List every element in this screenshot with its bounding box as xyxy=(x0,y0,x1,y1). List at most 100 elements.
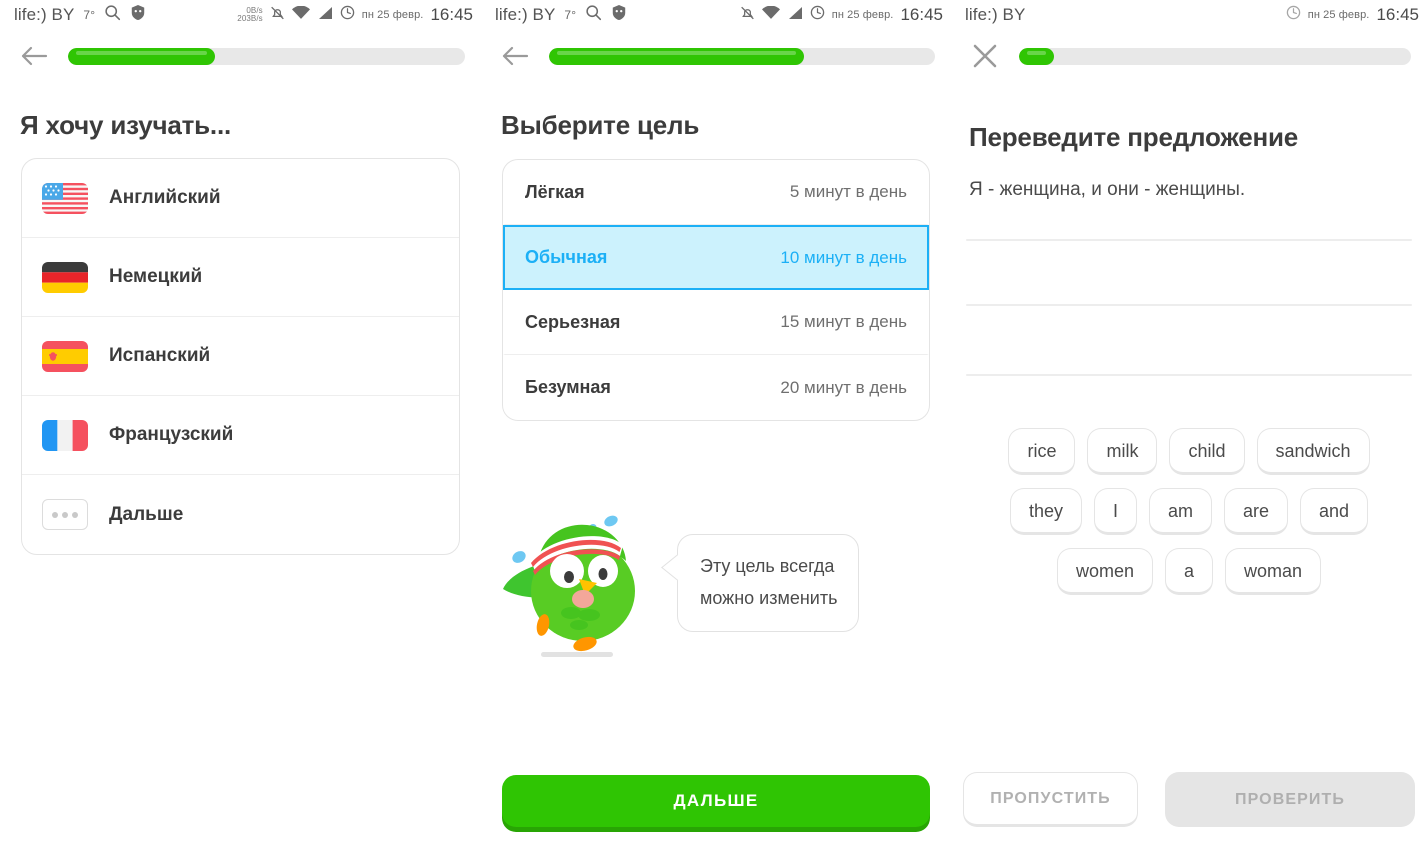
list-item-label: Дальше xyxy=(109,503,184,525)
goal-time-label: 20 минут в день xyxy=(780,377,907,397)
bell-off-icon xyxy=(740,5,755,26)
word-tile[interactable]: child xyxy=(1169,428,1245,475)
next-button[interactable]: ДАЛЬШЕ xyxy=(502,775,930,827)
status-date-label: пн 25 февр. xyxy=(1307,9,1370,21)
temperature-label: 7° xyxy=(83,8,96,22)
goal-time-label: 10 минут в день xyxy=(780,247,907,267)
word-bank-row: they I am are and xyxy=(963,488,1415,535)
word-bank-row: rice milk child sandwich xyxy=(963,428,1415,475)
page-title-1: Я хочу изучать... xyxy=(20,110,231,140)
list-item-label: Испанский xyxy=(109,345,211,366)
prompt-sentence: Я - женщина, и они - женщины. xyxy=(969,179,1246,200)
wifi-icon xyxy=(291,5,310,25)
language-list-card: Английский Немецкий Испанский Французски… xyxy=(21,158,460,555)
panel-goal-select: life:) BY 7° пн 25 февр. 16:45 Выберите … xyxy=(481,0,951,849)
skip-button[interactable]: ПРОПУСТИТЬ xyxy=(963,772,1138,827)
check-button[interactable]: ПРОВЕРИТЬ xyxy=(1165,772,1415,827)
goal-name-label: Лёгкая xyxy=(525,181,585,202)
duolingo-owl-icon xyxy=(493,509,665,659)
progress-bar-1 xyxy=(68,47,465,65)
flag-de-icon xyxy=(42,261,88,293)
word-tile[interactable]: they xyxy=(1009,488,1082,535)
close-x-icon[interactable] xyxy=(965,36,1005,76)
goal-time-label: 5 минут в день xyxy=(789,182,907,201)
goal-name-label: Серьезная xyxy=(525,311,621,332)
wifi-icon xyxy=(761,5,780,25)
status-time-label: 16:45 xyxy=(430,5,473,24)
word-tile[interactable]: am xyxy=(1148,488,1212,535)
shield-icon[interactable] xyxy=(611,4,627,26)
progress-bar-3 xyxy=(1019,47,1411,65)
mascot-hint-area: Эту цель всегда можно изменить xyxy=(493,509,951,659)
word-bank-row: women a woman xyxy=(963,548,1415,595)
three-panel-screenshot: life:) BY 7° 0B/s 203B/s пн 25 февр. 16:… xyxy=(0,0,1427,849)
top-nav-3 xyxy=(951,30,1427,82)
answer-area[interactable] xyxy=(966,239,1412,376)
word-tile[interactable]: milk xyxy=(1087,428,1158,475)
list-item-english[interactable]: Английский xyxy=(22,159,459,238)
list-item-german[interactable]: Немецкий xyxy=(22,238,459,317)
panel-language-select: life:) BY 7° 0B/s 203B/s пн 25 февр. 16:… xyxy=(0,0,481,849)
goal-name-label: Безумная xyxy=(525,377,611,397)
temperature-label: 7° xyxy=(564,8,577,22)
list-item-label: Французский xyxy=(109,424,234,445)
shield-icon[interactable] xyxy=(130,4,146,26)
flag-us-icon xyxy=(42,182,88,214)
search-icon[interactable] xyxy=(104,4,121,26)
status-date-label: пн 25 февр. xyxy=(831,9,894,21)
more-dots-icon xyxy=(42,499,88,530)
search-icon[interactable] xyxy=(585,4,602,26)
goal-row-insane[interactable]: Безумная 20 минут в день xyxy=(503,355,929,420)
goal-list-card: Лёгкая 5 минут в день Обычная 10 минут в… xyxy=(502,159,930,421)
word-tile[interactable]: sandwich xyxy=(1256,428,1370,475)
goal-name-label: Обычная xyxy=(525,247,608,267)
word-tile[interactable]: I xyxy=(1093,488,1137,535)
answer-line[interactable] xyxy=(966,374,1412,376)
word-tile[interactable]: are xyxy=(1224,488,1289,535)
list-item-more[interactable]: Дальше xyxy=(22,475,459,554)
word-tile[interactable]: and xyxy=(1300,488,1369,535)
signal-icon xyxy=(317,6,333,25)
back-arrow-icon[interactable] xyxy=(14,36,54,76)
exercise-actions: ПРОПУСТИТЬ ПРОВЕРИТЬ xyxy=(963,772,1415,827)
list-item-french[interactable]: Французский xyxy=(22,396,459,475)
signal-icon xyxy=(787,6,803,25)
carrier-label: life:) BY xyxy=(14,5,75,24)
list-item-label: Английский xyxy=(109,187,221,208)
page-title-3: Переведите предложение xyxy=(969,122,1299,152)
back-arrow-icon[interactable] xyxy=(495,36,535,76)
progress-fill xyxy=(68,47,215,65)
status-bar-2: life:) BY 7° пн 25 февр. 16:45 xyxy=(481,0,951,30)
page-title-2: Выберите цель xyxy=(501,110,700,140)
list-item-spanish[interactable]: Испанский xyxy=(22,317,459,396)
top-nav-2 xyxy=(481,30,951,82)
carrier-label: life:) BY xyxy=(495,5,556,24)
word-tile[interactable]: woman xyxy=(1225,548,1322,595)
list-item-label: Немецкий xyxy=(109,266,203,287)
status-time-label: 16:45 xyxy=(1376,5,1419,24)
bubble-line-2: можно изменить xyxy=(700,588,838,608)
word-tile[interactable]: a xyxy=(1164,548,1213,595)
alarm-icon xyxy=(1286,5,1301,25)
goal-time-label: 15 минут в день xyxy=(780,312,907,331)
network-speed-indicator: 0B/s 203B/s xyxy=(237,7,263,23)
panel-translate-exercise: life:) BY пн 25 февр. 16:45 Переведите п… xyxy=(951,0,1427,849)
alarm-icon xyxy=(340,5,355,25)
word-tile[interactable]: women xyxy=(1056,548,1153,595)
status-bar-3: life:) BY пн 25 февр. 16:45 xyxy=(951,0,1427,30)
status-time-label: 16:45 xyxy=(900,5,943,24)
status-date-label: пн 25 февр. xyxy=(361,9,424,21)
bell-off-icon xyxy=(270,5,285,26)
network-down-label: 203B/s xyxy=(237,14,263,23)
goal-row-easy[interactable]: Лёгкая 5 минут в день xyxy=(503,160,929,225)
word-bank: rice milk child sandwich they I am are a… xyxy=(963,428,1415,595)
goal-row-serious[interactable]: Серьезная 15 минут в день xyxy=(503,290,929,355)
progress-bar-2 xyxy=(549,47,935,65)
carrier-label: life:) BY xyxy=(965,5,1026,24)
bubble-line-1: Эту цель всегда xyxy=(700,556,835,576)
flag-es-icon xyxy=(42,340,88,372)
progress-fill xyxy=(1019,47,1055,65)
goal-row-regular[interactable]: Обычная 10 минут в день xyxy=(503,225,929,290)
word-tile[interactable]: rice xyxy=(1008,428,1076,475)
top-nav-1 xyxy=(0,30,481,82)
